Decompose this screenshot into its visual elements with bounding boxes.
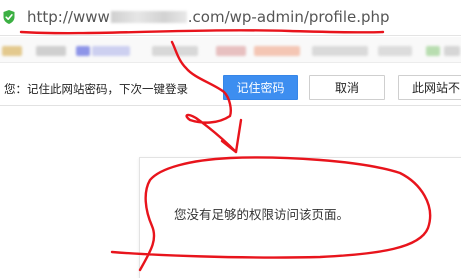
url-suffix: .com/wp-admin/profile.php <box>187 8 390 26</box>
bookmark-item[interactable] <box>312 46 368 56</box>
address-bar[interactable]: http://www .com/wp-admin/profile.php <box>0 0 461 36</box>
save-password-prompt: 您：记住此网站密码，下次一键登录 <box>4 82 188 96</box>
password-save-infobar: 您：记住此网站密码，下次一键登录 记住密码 取消 此网站不 <box>0 70 461 106</box>
never-for-site-button[interactable]: 此网站不 <box>398 75 461 100</box>
bookmark-item[interactable] <box>254 46 300 56</box>
bookmark-item[interactable] <box>426 46 440 56</box>
bookmark-item[interactable] <box>92 46 130 56</box>
bookmark-item[interactable] <box>216 46 246 56</box>
cancel-button[interactable]: 取消 <box>309 75 385 100</box>
bookmark-item[interactable] <box>76 46 90 56</box>
bookmark-item[interactable] <box>378 46 412 56</box>
permission-error-box: 您没有足够的权限访问该页面。 <box>139 157 461 278</box>
bookmark-item[interactable] <box>2 46 22 56</box>
save-password-button[interactable]: 记住密码 <box>223 75 298 100</box>
bookmark-item[interactable] <box>152 46 198 56</box>
browser-window: http://www .com/wp-admin/profile.php 您：记住… <box>0 0 461 278</box>
bookmark-item[interactable] <box>36 46 66 56</box>
bookmark-item[interactable] <box>444 46 460 56</box>
shield-check-icon[interactable] <box>2 9 16 25</box>
url-text[interactable]: http://www .com/wp-admin/profile.php <box>27 8 390 26</box>
url-prefix: http://www <box>27 8 110 26</box>
permission-error-message: 您没有足够的权限访问该页面。 <box>174 207 350 222</box>
bookmarks-bar <box>0 37 461 63</box>
url-redacted-domain <box>110 11 187 23</box>
